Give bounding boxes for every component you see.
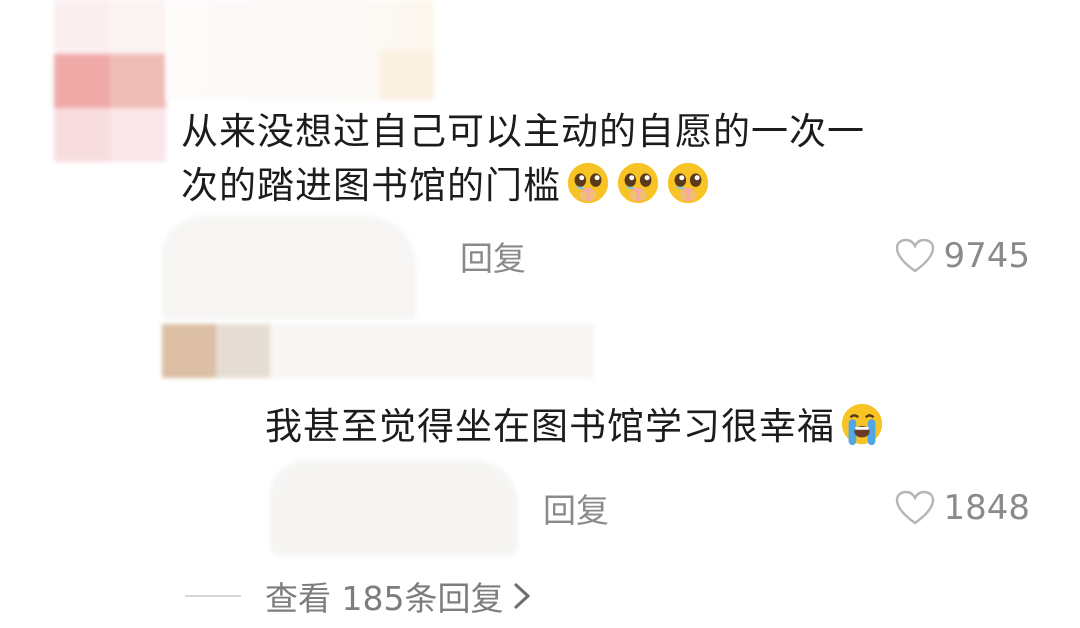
like-button[interactable]: 9745: [895, 236, 1030, 276]
like-count: 9745: [943, 236, 1030, 276]
comment-text-line: 从来没想过自己可以主动的自愿的一次一: [181, 110, 865, 153]
reply-button[interactable]: 回复: [460, 232, 526, 280]
pleading-face-icon: [617, 162, 659, 204]
reply-text: 我甚至觉得坐在图书馆学习很幸福: [265, 397, 885, 457]
like-count: 1848: [943, 488, 1030, 528]
timestamp-blurred: [162, 216, 416, 320]
view-replies-label: 查看 185条回复: [265, 579, 504, 618]
reply-button[interactable]: 回复: [543, 484, 609, 532]
comment-text-fragment: 次的踏进图书馆的门槛: [181, 164, 561, 207]
chevron-right-icon: [514, 583, 531, 609]
loudly-crying-face-icon: [841, 403, 883, 446]
avatar[interactable]: [54, 0, 166, 162]
reply-text-fragment: 我甚至觉得坐在图书馆学习很幸福: [265, 405, 835, 448]
pleading-face-icon: [567, 162, 609, 204]
comment-text-line: 次的踏进图书馆的门槛: [181, 156, 711, 216]
timestamp-blurred: [270, 460, 518, 556]
view-replies-link[interactable]: 查看 185条回复: [185, 572, 533, 620]
heart-icon: [896, 238, 935, 273]
divider: [185, 595, 241, 597]
like-button[interactable]: 1848: [895, 488, 1030, 528]
heart-icon: [896, 490, 935, 525]
reply-user-blurred[interactable]: [162, 324, 594, 378]
pleading-face-icon: [667, 162, 709, 204]
username-blurred[interactable]: [166, 0, 434, 100]
